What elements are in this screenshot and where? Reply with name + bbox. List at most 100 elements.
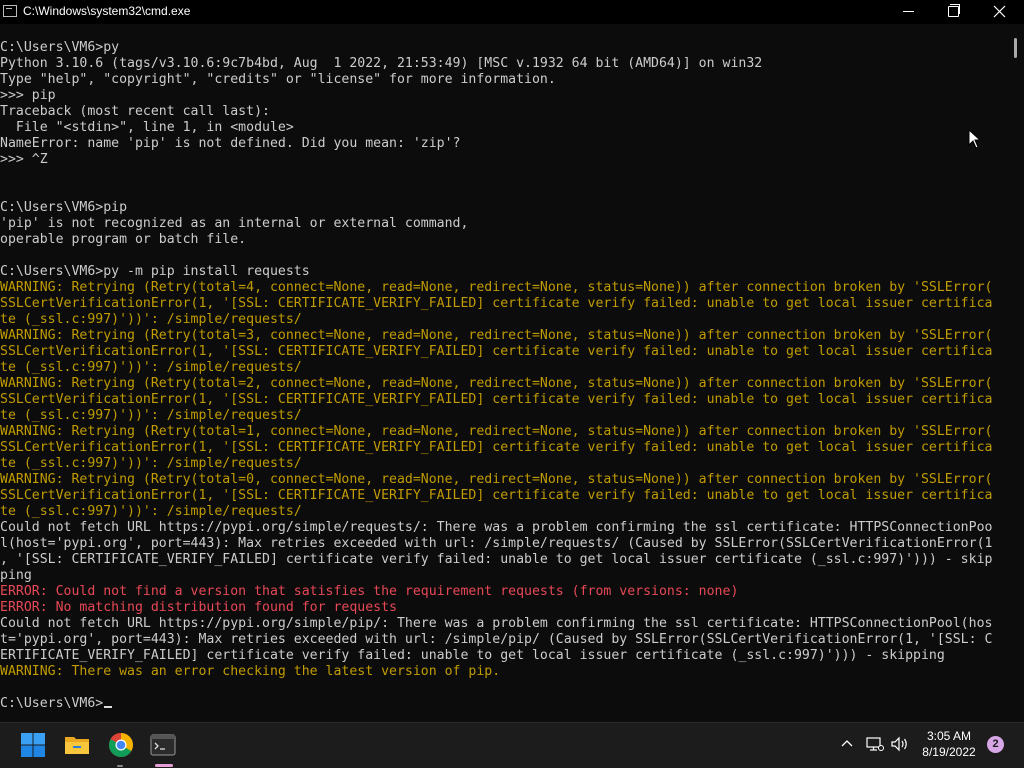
console-line-text: 'pip' is not recognized as an internal o… <box>0 216 469 231</box>
console-line: WARNING: Retrying (Retry(total=1, connec… <box>0 424 992 440</box>
chrome-icon[interactable] <box>108 732 134 758</box>
maximize-button[interactable] <box>930 0 976 24</box>
console-line: SSLCertVerificationError(1, '[SSL: CERTI… <box>0 344 992 360</box>
console-line-text: , '[SSL: CERTIFICATE_VERIFY_FAILED] cert… <box>0 552 993 567</box>
console-line-text: Could not fetch URL https://pypi.org/sim… <box>0 616 993 631</box>
console-line: >>> ^Z <box>0 152 992 168</box>
minimize-icon <box>903 11 914 12</box>
mouse-pointer-icon <box>968 129 982 149</box>
console-line-text: Python 3.10.6 (tags/v3.10.6:9c7b4bd, Aug… <box>0 56 763 71</box>
taskbar: 3:05 AM 8/19/2022 2 <box>0 722 1024 768</box>
console-line-text: ERROR: Could not find a version that sat… <box>0 584 739 599</box>
console-line-text: C:\Users\VM6> <box>0 696 104 711</box>
chrome-running-indicator <box>117 765 123 767</box>
start-icon[interactable] <box>20 732 46 758</box>
scrollbar-thumb[interactable] <box>1014 38 1017 58</box>
window-title-bar[interactable]: C:\Windows\system32\cmd.exe <box>0 0 1024 24</box>
console-line: l(host='pypi.org', port=443): Max retrie… <box>0 536 992 552</box>
window-title: C:\Windows\system32\cmd.exe <box>23 4 191 18</box>
chevron-up-icon[interactable] <box>840 737 854 751</box>
clock-time: 3:05 AM <box>926 729 972 743</box>
console-line-text: WARNING: There was an error checking the… <box>0 664 501 679</box>
console-line-text: SSLCertVerificationError(1, '[SSL: CERTI… <box>0 488 993 503</box>
console-line-text: C:\Users\VM6>pip <box>0 200 128 215</box>
close-button[interactable] <box>976 0 1022 24</box>
console-line-text: te (_ssl.c:997)'))': /simple/requests/ <box>0 408 302 423</box>
console-line: SSLCertVerificationError(1, '[SSL: CERTI… <box>0 488 992 504</box>
console-line-text: >>> ^Z <box>0 152 48 167</box>
console-line: SSLCertVerificationError(1, '[SSL: CERTI… <box>0 440 992 456</box>
console-line: C:\Users\VM6>py -m pip install requests <box>0 264 992 280</box>
console-line: te (_ssl.c:997)'))': /simple/requests/ <box>0 504 992 520</box>
console-line: ERROR: No matching distribution found fo… <box>0 600 992 616</box>
console-line: Could not fetch URL https://pypi.org/sim… <box>0 616 992 632</box>
command-prompt-line: C:\Users\VM6> <box>0 696 992 712</box>
minimize-button[interactable] <box>885 0 931 24</box>
console-line-text: ERROR: No matching distribution found fo… <box>0 600 397 615</box>
console-output[interactable]: C:\Users\VM6>py Python 3.10.6 (tags/v3.10… <box>0 24 1008 722</box>
volume-icon[interactable] <box>890 736 910 752</box>
console-line-text: ERTIFICATE_VERIFY_FAILED] certificate ve… <box>0 648 945 663</box>
terminal-active-indicator <box>155 764 173 767</box>
console-line-text: WARNING: Retrying (Retry(total=1, connec… <box>0 424 993 439</box>
console-lines: C:\Users\VM6>py Python 3.10.6 (tags/v3.10… <box>0 24 992 712</box>
console-line-text: SSLCertVerificationError(1, '[SSL: CERTI… <box>0 344 993 359</box>
console-line-text: WARNING: Retrying (Retry(total=0, connec… <box>0 472 993 487</box>
file-explorer-icon[interactable] <box>64 732 90 758</box>
console-line: WARNING: Retrying (Retry(total=0, connec… <box>0 472 992 488</box>
console-line: te (_ssl.c:997)'))': /simple/requests/ <box>0 360 992 376</box>
console-line: t='pypi.org', port=443): Max retries exc… <box>0 632 992 648</box>
clock-date: 8/19/2022 <box>922 745 976 759</box>
console-line: operable program or batch file. <box>0 232 992 248</box>
system-clock[interactable]: 3:05 AM 8/19/2022 <box>914 728 984 760</box>
notification-badge[interactable]: 2 <box>987 736 1004 753</box>
console-line: WARNING: Retrying (Retry(total=2, connec… <box>0 376 992 392</box>
console-line-text: te (_ssl.c:997)'))': /simple/requests/ <box>0 360 302 375</box>
console-line-text: SSLCertVerificationError(1, '[SSL: CERTI… <box>0 440 993 455</box>
console-line-text: SSLCertVerificationError(1, '[SSL: CERTI… <box>0 392 993 407</box>
console-line: 'pip' is not recognized as an internal o… <box>0 216 992 232</box>
console-line: ping <box>0 568 992 584</box>
terminal-icon[interactable] <box>150 732 176 758</box>
close-icon <box>993 5 1006 18</box>
console-line: File "<stdin>", line 1, in <module> <box>0 120 992 136</box>
console-line-text: WARNING: Retrying (Retry(total=3, connec… <box>0 328 993 343</box>
console-line-text: WARNING: Retrying (Retry(total=2, connec… <box>0 376 993 391</box>
console-line: Traceback (most recent call last): <box>0 104 992 120</box>
console-line-text: WARNING: Retrying (Retry(total=4, connec… <box>0 280 993 295</box>
console-line-text: C:\Users\VM6>py -m pip install requests <box>0 264 310 279</box>
console-line-text: operable program or batch file. <box>0 232 247 247</box>
network-icon[interactable] <box>866 736 884 752</box>
console-line: WARNING: Retrying (Retry(total=4, connec… <box>0 280 992 296</box>
console-line: C:\Users\VM6>py <box>0 40 992 56</box>
console-line: ERROR: Could not find a version that sat… <box>0 584 992 600</box>
console-line-text: ping <box>0 568 32 583</box>
console-line: , '[SSL: CERTIFICATE_VERIFY_FAILED] cert… <box>0 552 992 568</box>
console-line-text: Could not fetch URL https://pypi.org/sim… <box>0 520 993 535</box>
console-line: Could not fetch URL https://pypi.org/sim… <box>0 520 992 536</box>
console-app-icon[interactable] <box>3 5 17 17</box>
console-line: te (_ssl.c:997)'))': /simple/requests/ <box>0 408 992 424</box>
console-line: C:\Users\VM6>pip <box>0 200 992 216</box>
console-line: te (_ssl.c:997)'))': /simple/requests/ <box>0 312 992 328</box>
text-cursor <box>104 706 113 708</box>
console-line: >>> pip <box>0 88 992 104</box>
console-line-text: t='pypi.org', port=443): Max retries exc… <box>0 632 993 647</box>
console-line-text: te (_ssl.c:997)'))': /simple/requests/ <box>0 456 302 471</box>
console-line-text: Type "help", "copyright", "credits" or "… <box>0 72 556 87</box>
console-line-text: Traceback (most recent call last): <box>0 104 270 119</box>
console-line-text: te (_ssl.c:997)'))': /simple/requests/ <box>0 312 302 327</box>
console-line: WARNING: Retrying (Retry(total=3, connec… <box>0 328 992 344</box>
console-line: NameError: name 'pip' is not defined. Di… <box>0 136 992 152</box>
vertical-scrollbar[interactable] <box>1008 24 1024 722</box>
console-line: te (_ssl.c:997)'))': /simple/requests/ <box>0 456 992 472</box>
console-line: Type "help", "copyright", "credits" or "… <box>0 72 992 88</box>
console-line-text: l(host='pypi.org', port=443): Max retrie… <box>0 536 993 551</box>
console-line: SSLCertVerificationError(1, '[SSL: CERTI… <box>0 296 992 312</box>
console-line: SSLCertVerificationError(1, '[SSL: CERTI… <box>0 392 992 408</box>
